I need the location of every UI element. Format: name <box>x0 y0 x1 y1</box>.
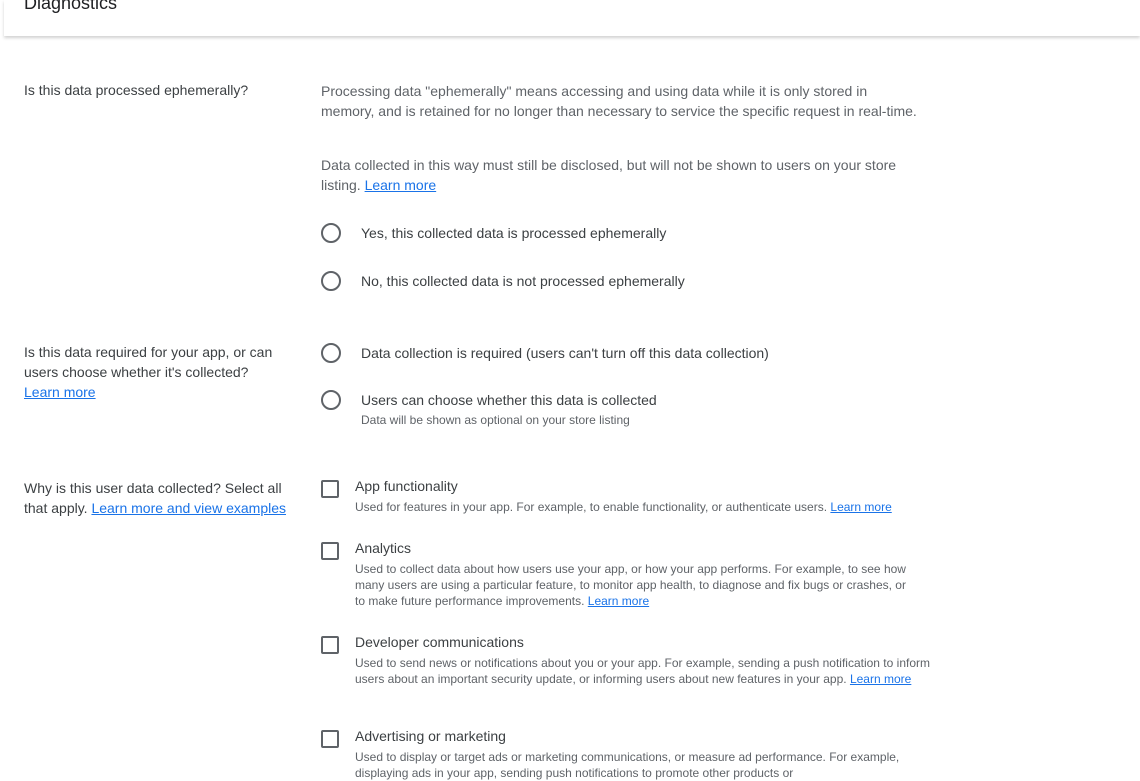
required-question: Is this data required for your app, or c… <box>24 342 294 402</box>
ephemeral-learn-more-link[interactable]: Learn more <box>365 177 437 193</box>
developer-communications-learn-more[interactable]: Learn more <box>850 672 911 686</box>
developer-communications-checkbox[interactable] <box>321 636 339 654</box>
app-functionality-description: Used for features in your app. For examp… <box>355 499 935 515</box>
ephemeral-no-label[interactable]: No, this collected data is not processed… <box>361 271 685 291</box>
ephemeral-yes-label[interactable]: Yes, this collected data is processed ep… <box>361 223 666 243</box>
analytics-checkbox[interactable] <box>321 542 339 560</box>
advertising-checkbox[interactable] <box>321 730 339 748</box>
developer-communications-description: Used to send news or notifications about… <box>355 655 930 687</box>
required-learn-more-link[interactable]: Learn more <box>24 384 96 400</box>
ephemeral-yes-radio[interactable] <box>321 223 341 243</box>
required-label[interactable]: Data collection is required (users can't… <box>361 343 769 363</box>
required-question-text: Is this data required for your app, or c… <box>24 344 273 380</box>
optional-radio[interactable] <box>321 390 341 410</box>
optional-label[interactable]: Users can choose whether this data is co… <box>361 390 657 410</box>
ephemeral-no-radio[interactable] <box>321 271 341 291</box>
desc-text: Used for features in your app. For examp… <box>355 500 828 514</box>
app-functionality-checkbox[interactable] <box>321 480 339 498</box>
optional-sublabel: Data will be shown as optional on your s… <box>361 413 630 427</box>
analytics-label[interactable]: Analytics <box>355 538 411 558</box>
ephemeral-description: Processing data "ephemerally" means acce… <box>321 83 917 119</box>
page-header: Diagnostics <box>4 0 1140 36</box>
required-radio[interactable] <box>321 343 341 363</box>
page-title: Diagnostics <box>24 0 118 13</box>
app-functionality-learn-more[interactable]: Learn more <box>830 500 891 514</box>
analytics-description: Used to collect data about how users use… <box>355 561 915 609</box>
ephemeral-question: Is this data processed ephemerally? <box>24 82 249 98</box>
advertising-label[interactable]: Advertising or marketing <box>355 726 506 746</box>
advertising-description: Used to display or target ads or marketi… <box>355 750 900 780</box>
purpose-question: Why is this user data collected? Select … <box>24 478 294 518</box>
ephemeral-disclosure-note: Data collected in this way must still be… <box>321 155 931 195</box>
purpose-learn-more-link[interactable]: Learn more and view examples <box>91 500 286 516</box>
app-functionality-label[interactable]: App functionality <box>355 476 458 496</box>
analytics-learn-more[interactable]: Learn more <box>588 594 649 608</box>
developer-communications-label[interactable]: Developer communications <box>355 632 524 652</box>
desc-text: Used to send news or notifications about… <box>355 656 930 686</box>
